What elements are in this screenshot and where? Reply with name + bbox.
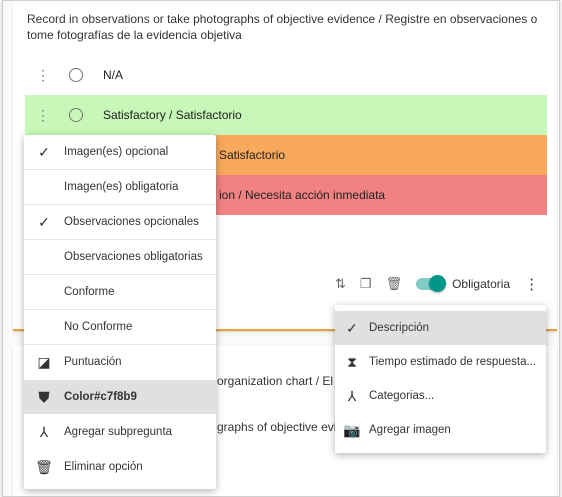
branch-icon: ⅄ (347, 387, 357, 404)
menu-item-score[interactable]: ◪ Puntuación (24, 345, 216, 379)
required-label: Obligatoria (452, 277, 511, 291)
menu-item-image-required[interactable]: Imagen(es) obligatoria (24, 170, 216, 205)
hourglass-icon: ⧗ (347, 353, 357, 370)
add-photo-icon: 📷 (343, 421, 361, 438)
option-label: Satisfactory / Satisfactorio (103, 108, 242, 122)
copy-icon[interactable]: ❐ (360, 276, 372, 292)
score-icon: ◪ (37, 353, 51, 370)
trash-icon: 🗑 (35, 458, 53, 475)
branch-icon: ⅄ (39, 423, 49, 440)
radio-icon[interactable] (69, 68, 83, 82)
option-menu: ✓ Imagen(es) opcional Imagen(es) obligat… (24, 135, 216, 489)
option-label: N/A (103, 68, 124, 82)
option-label: Satisfactorio (219, 148, 286, 162)
trash-icon[interactable]: 🗑 (386, 276, 403, 292)
check-icon: ✓ (346, 319, 358, 336)
menu-item-observations-optional[interactable]: ✓ Observaciones opcionales (24, 205, 216, 240)
drag-handle-icon[interactable]: ⋮ (35, 68, 51, 82)
required-toggle[interactable] (416, 275, 447, 292)
question-text-partial: organization chart / El (217, 374, 334, 388)
menu-item-color[interactable]: ⛊ Color#c7f8b9 (24, 380, 216, 414)
radio-icon[interactable] (69, 108, 83, 122)
menu-item-delete-option[interactable]: 🗑 Eliminar opción (24, 450, 216, 484)
drag-handle-icon[interactable]: ⋮ (35, 108, 51, 122)
menu-item-non-conforming[interactable]: No Conforme (24, 310, 216, 345)
question-menu: ✓ Descripción ⧗ Tiempo estimado de respu… (335, 305, 546, 453)
question-text: Record in observations or take photograp… (27, 12, 538, 42)
check-icon: ✓ (38, 143, 50, 160)
menu-item-conforming[interactable]: Conforme (24, 275, 216, 310)
menu-item-description[interactable]: ✓ Descripción (335, 311, 546, 345)
question-text-partial: graphs of objective evi (217, 420, 337, 434)
sort-icon[interactable]: ⇅ (335, 276, 346, 292)
question-toolbar: ⇅ ❐ 🗑 Obligatoria ⋮ (335, 272, 539, 296)
menu-item-observations-required[interactable]: Observaciones obligatorias (24, 240, 216, 275)
paint-bucket-icon: ⛊ (38, 388, 50, 405)
menu-item-categories[interactable]: ⅄ Categorias... (335, 379, 546, 413)
menu-item-image-optional[interactable]: ✓ Imagen(es) opcional (24, 135, 216, 170)
check-icon: ✓ (38, 213, 50, 230)
menu-item-add-subquestion[interactable]: ⅄ Agregar subpregunta (24, 415, 216, 449)
option-row-na[interactable]: ⋮ N/A (25, 55, 547, 95)
menu-item-add-image[interactable]: 📷 Agregar imagen (335, 413, 546, 447)
option-label: ion / Necesita acción inmediata (219, 188, 386, 202)
menu-item-estimated-time[interactable]: ⧗ Tiempo estimado de respuesta... (335, 345, 546, 379)
more-vert-icon[interactable]: ⋮ (524, 275, 539, 293)
option-row-satisfactory[interactable]: ⋮ Satisfactory / Satisfactorio (25, 95, 547, 135)
